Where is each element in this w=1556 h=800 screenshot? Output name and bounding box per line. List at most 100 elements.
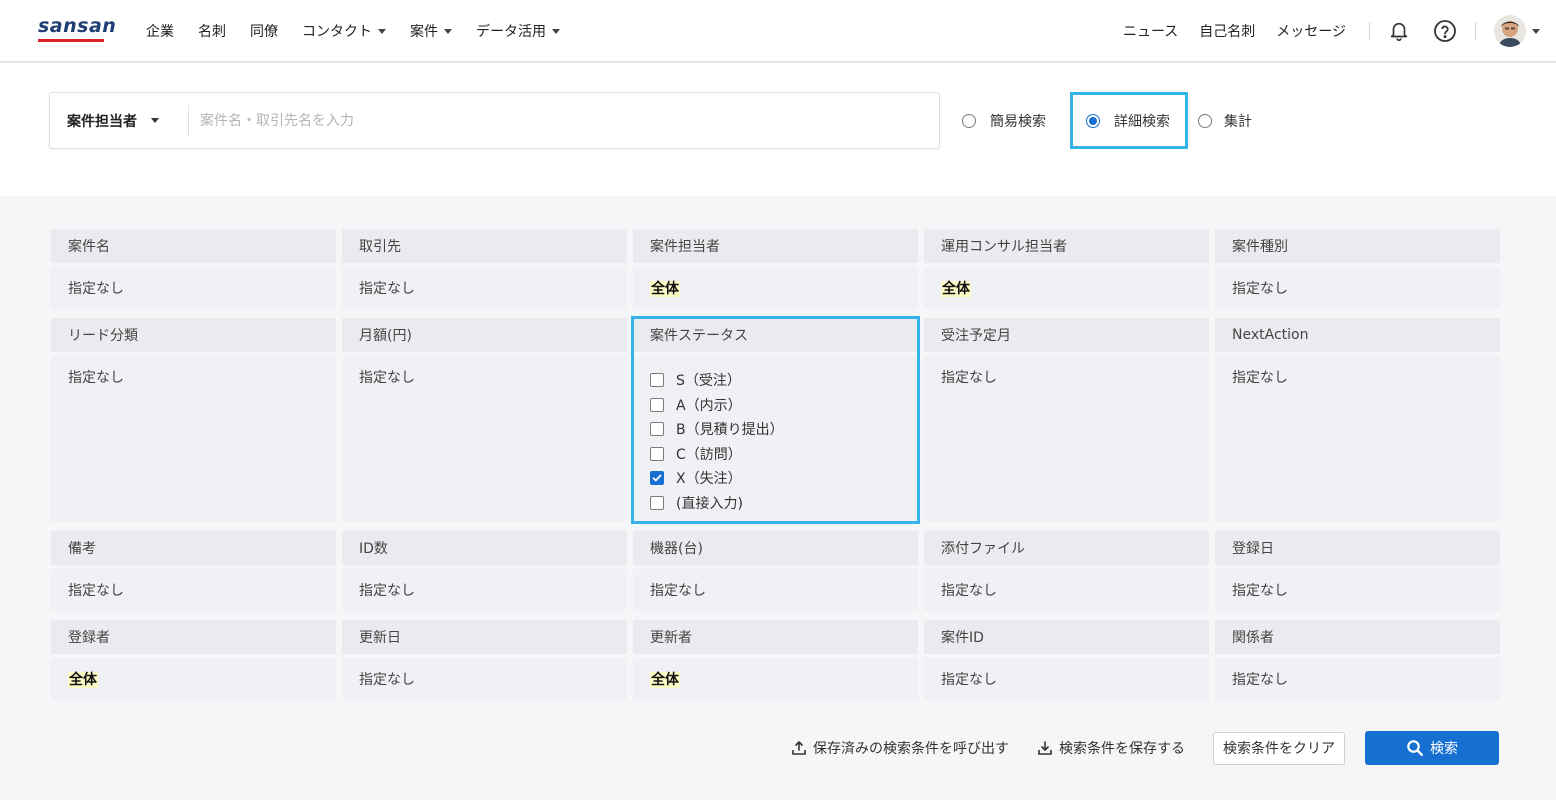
search-input[interactable] bbox=[200, 105, 920, 136]
criteria-label: 受注予定月 bbox=[924, 318, 1209, 352]
criteria-value-text: 指定なし bbox=[359, 281, 415, 297]
main-nav: 企業 名刺 同僚 コンタクト 案件 データ活用 bbox=[146, 0, 584, 62]
criteria-deal-type[interactable]: 案件種別 指定なし bbox=[1215, 229, 1500, 309]
news-link[interactable]: ニュース bbox=[1123, 21, 1178, 41]
criteria-value[interactable]: 指定なし bbox=[924, 356, 1209, 522]
sansan-logo[interactable]: sansan bbox=[38, 16, 116, 44]
nav-item-data-usage[interactable]: データ活用 bbox=[476, 21, 560, 41]
radio-button[interactable] bbox=[1198, 113, 1212, 128]
criteria-updated-by[interactable]: 更新者 全体 bbox=[633, 620, 918, 700]
save-label: 検索条件を保存する bbox=[1059, 741, 1185, 757]
nav-item-colleagues[interactable]: 同僚 bbox=[250, 21, 278, 41]
check-icon bbox=[652, 474, 662, 482]
user-avatar[interactable] bbox=[1494, 15, 1526, 47]
criteria-registered-by[interactable]: 登録者 全体 bbox=[51, 620, 336, 700]
status-option-s[interactable]: S（受注） bbox=[650, 368, 918, 393]
criteria-value[interactable]: 指定なし bbox=[342, 658, 627, 700]
clear-conditions-button[interactable]: 検索条件をクリア bbox=[1213, 731, 1345, 765]
criteria-value[interactable]: 指定なし bbox=[633, 569, 918, 611]
criteria-value[interactable]: 全体 bbox=[51, 658, 336, 700]
criteria-attachments[interactable]: 添付ファイル 指定なし bbox=[924, 531, 1209, 611]
logo-underline bbox=[38, 39, 104, 42]
criteria-value-text: 指定なし bbox=[941, 583, 997, 599]
chevron-down-icon[interactable] bbox=[1532, 28, 1540, 34]
criteria-value[interactable]: 全体 bbox=[924, 267, 1209, 309]
criteria-value[interactable]: 指定なし bbox=[51, 569, 336, 611]
status-option-a[interactable]: A（内示） bbox=[650, 393, 918, 418]
criteria-updated-date[interactable]: 更新日 指定なし bbox=[342, 620, 627, 700]
checkbox[interactable] bbox=[650, 446, 664, 461]
criteria-devices[interactable]: 機器(台) 指定なし bbox=[633, 531, 918, 611]
criteria-value[interactable]: 指定なし bbox=[342, 569, 627, 611]
radio-button[interactable] bbox=[962, 113, 976, 128]
criteria-value[interactable]: 指定なし bbox=[1215, 356, 1500, 522]
criteria-expected-order-month[interactable]: 受注予定月 指定なし bbox=[924, 318, 1209, 522]
criteria-id-count[interactable]: ID数 指定なし bbox=[342, 531, 627, 611]
radio-label: 集計 bbox=[1224, 113, 1252, 130]
search-box: 案件担当者 bbox=[49, 92, 940, 149]
nav-item-deals[interactable]: 案件 bbox=[410, 21, 452, 41]
checkbox[interactable] bbox=[650, 373, 664, 388]
criteria-client[interactable]: 取引先 指定なし bbox=[342, 229, 627, 309]
search-button[interactable]: 検索 bbox=[1365, 731, 1499, 765]
criteria-monthly-amount[interactable]: 月額(円) 指定なし bbox=[342, 318, 627, 522]
status-option-b[interactable]: B（見積り提出） bbox=[650, 417, 918, 442]
criteria-registered-date[interactable]: 登録日 指定なし bbox=[1215, 531, 1500, 611]
checkbox-label: B（見積り提出） bbox=[676, 422, 784, 439]
criteria-value[interactable]: 全体 bbox=[633, 267, 918, 309]
nav-label: 名刺 bbox=[198, 24, 226, 40]
criteria-value-text: 指定なし bbox=[941, 370, 997, 386]
criteria-deal-name[interactable]: 案件名 指定なし bbox=[51, 229, 336, 309]
nav-label: 企業 bbox=[146, 24, 174, 40]
criteria-label: 案件担当者 bbox=[633, 229, 918, 263]
checkbox-checked[interactable] bbox=[650, 471, 664, 486]
criteria-value[interactable]: 指定なし bbox=[342, 356, 627, 522]
search-scope-dropdown[interactable]: 案件担当者 bbox=[50, 93, 188, 148]
status-option-direct-input[interactable]: (直接入力) bbox=[650, 491, 918, 516]
nav-item-contacts[interactable]: コンタクト bbox=[302, 21, 386, 41]
radio-button[interactable] bbox=[1086, 113, 1100, 128]
criteria-value[interactable]: 指定なし bbox=[51, 356, 336, 522]
criteria-value[interactable]: 指定なし bbox=[924, 658, 1209, 700]
criteria-consultant[interactable]: 運用コンサル担当者 全体 bbox=[924, 229, 1209, 309]
criteria-lead-category[interactable]: リード分類 指定なし bbox=[51, 318, 336, 522]
criteria-label: 月額(円) bbox=[342, 318, 627, 352]
save-conditions-link[interactable]: 検索条件を保存する bbox=[1037, 738, 1185, 758]
criteria-label: 関係者 bbox=[1215, 620, 1500, 654]
checkbox[interactable] bbox=[650, 495, 664, 510]
load-saved-conditions-link[interactable]: 保存済みの検索条件を呼び出す bbox=[791, 738, 1009, 758]
criteria-notes[interactable]: 備考 指定なし bbox=[51, 531, 336, 611]
criteria-value[interactable]: 指定なし bbox=[1215, 658, 1500, 700]
radio-aggregate[interactable]: 集計 bbox=[1198, 111, 1252, 131]
nav-item-companies[interactable]: 企業 bbox=[146, 21, 174, 41]
chevron-down-icon bbox=[378, 28, 386, 34]
criteria-value[interactable]: 指定なし bbox=[342, 267, 627, 309]
criteria-value-text: 指定なし bbox=[1232, 672, 1288, 688]
criteria-value-text: 全体 bbox=[650, 281, 680, 297]
my-card-link[interactable]: 自己名刺 bbox=[1199, 21, 1255, 41]
nav-label: 案件 bbox=[410, 24, 438, 40]
criteria-value[interactable]: 指定なし bbox=[51, 267, 336, 309]
criteria-label: 案件名 bbox=[51, 229, 336, 263]
checkbox[interactable] bbox=[650, 422, 664, 437]
criteria-value[interactable]: 全体 bbox=[633, 658, 918, 700]
criteria-deal-id[interactable]: 案件ID 指定なし bbox=[924, 620, 1209, 700]
status-option-c[interactable]: C（訪問） bbox=[650, 442, 918, 467]
status-option-x[interactable]: X（失注） bbox=[650, 466, 918, 491]
criteria-value-text: 指定なし bbox=[68, 583, 124, 599]
criteria-value[interactable]: 指定なし bbox=[1215, 569, 1500, 611]
bell-icon[interactable] bbox=[1386, 18, 1412, 44]
criteria-next-action[interactable]: NextAction 指定なし bbox=[1215, 318, 1500, 522]
criteria-value[interactable]: 指定なし bbox=[924, 569, 1209, 611]
criteria-stakeholders[interactable]: 関係者 指定なし bbox=[1215, 620, 1500, 700]
criteria-label: 登録者 bbox=[51, 620, 336, 654]
radio-simple-search[interactable]: 簡易検索 bbox=[962, 111, 1046, 131]
nav-item-business-cards[interactable]: 名刺 bbox=[198, 21, 226, 41]
criteria-value[interactable]: 指定なし bbox=[1215, 267, 1500, 309]
messages-link[interactable]: メッセージ bbox=[1276, 21, 1346, 41]
criteria-deal-owner[interactable]: 案件担当者 全体 bbox=[633, 229, 918, 309]
criteria-value-text: 全体 bbox=[941, 281, 971, 297]
help-circle-icon[interactable] bbox=[1432, 18, 1458, 44]
radio-detailed-search[interactable]: 詳細検索 bbox=[1070, 92, 1188, 149]
checkbox[interactable] bbox=[650, 397, 664, 412]
